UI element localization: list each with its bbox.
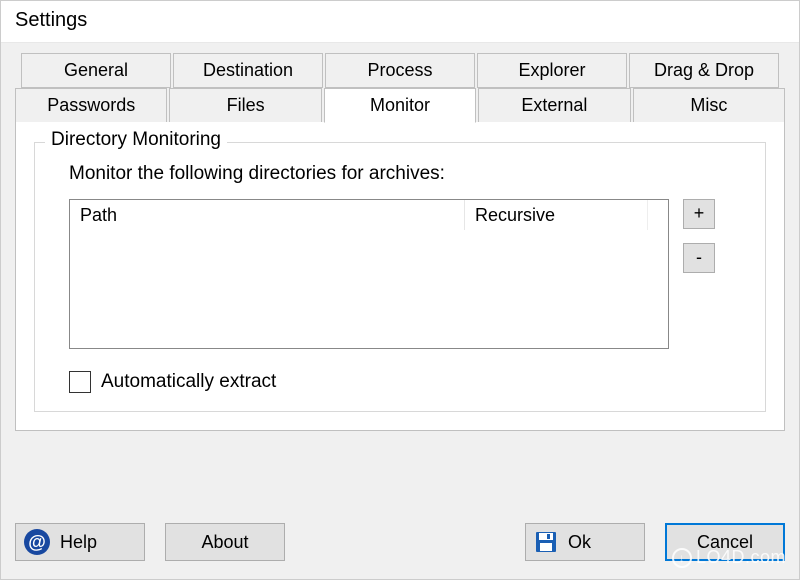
tab-general[interactable]: General [21, 53, 171, 88]
tab-misc[interactable]: Misc [633, 88, 785, 123]
list-body [70, 230, 668, 348]
tab-drag-drop[interactable]: Drag & Drop [629, 53, 779, 88]
tab-external[interactable]: External [478, 88, 630, 123]
auto-extract-row: Automatically extract [69, 371, 749, 393]
directory-monitoring-group: Directory Monitoring Monitor the followi… [34, 142, 766, 412]
button-bar: @ Help About Ok Cancel [1, 509, 799, 579]
add-directory-button[interactable]: + [683, 199, 715, 229]
tab-process[interactable]: Process [325, 53, 475, 88]
remove-directory-button[interactable]: - [683, 243, 715, 273]
auto-extract-label: Automatically extract [101, 371, 276, 393]
tab-files[interactable]: Files [169, 88, 321, 123]
column-recursive[interactable]: Recursive [465, 200, 648, 230]
tab-passwords[interactable]: Passwords [15, 88, 167, 123]
settings-window: Settings General Destination Process Exp… [0, 0, 800, 580]
help-button[interactable]: @ Help [15, 523, 145, 561]
tab-monitor[interactable]: Monitor [324, 88, 476, 123]
column-spacer [648, 200, 668, 230]
cancel-button-label: Cancel [697, 532, 753, 553]
cancel-button[interactable]: Cancel [665, 523, 785, 561]
tab-destination[interactable]: Destination [173, 53, 323, 88]
tab-row-top: General Destination Process Explorer Dra… [15, 53, 785, 88]
instruction-text: Monitor the following directories for ar… [69, 163, 749, 185]
auto-extract-checkbox[interactable] [69, 371, 91, 393]
tab-panel-monitor: Directory Monitoring Monitor the followi… [15, 122, 785, 431]
save-icon [534, 530, 558, 554]
side-buttons: + - [683, 199, 715, 349]
tab-row-bottom: Passwords Files Monitor External Misc [15, 88, 785, 123]
about-button-label: About [201, 532, 248, 553]
column-path[interactable]: Path [70, 200, 465, 230]
content-area: General Destination Process Explorer Dra… [1, 43, 799, 509]
at-icon: @ [24, 529, 50, 555]
ok-button-label: Ok [568, 532, 591, 553]
ok-button[interactable]: Ok [525, 523, 645, 561]
window-title: Settings [1, 1, 799, 43]
tabs-container: General Destination Process Explorer Dra… [15, 53, 785, 431]
directories-list[interactable]: Path Recursive [69, 199, 669, 349]
about-button[interactable]: About [165, 523, 285, 561]
tab-explorer[interactable]: Explorer [477, 53, 627, 88]
group-label: Directory Monitoring [45, 129, 227, 151]
list-header: Path Recursive [70, 200, 668, 230]
list-area: Path Recursive + - [69, 199, 749, 349]
help-button-label: Help [60, 532, 97, 553]
